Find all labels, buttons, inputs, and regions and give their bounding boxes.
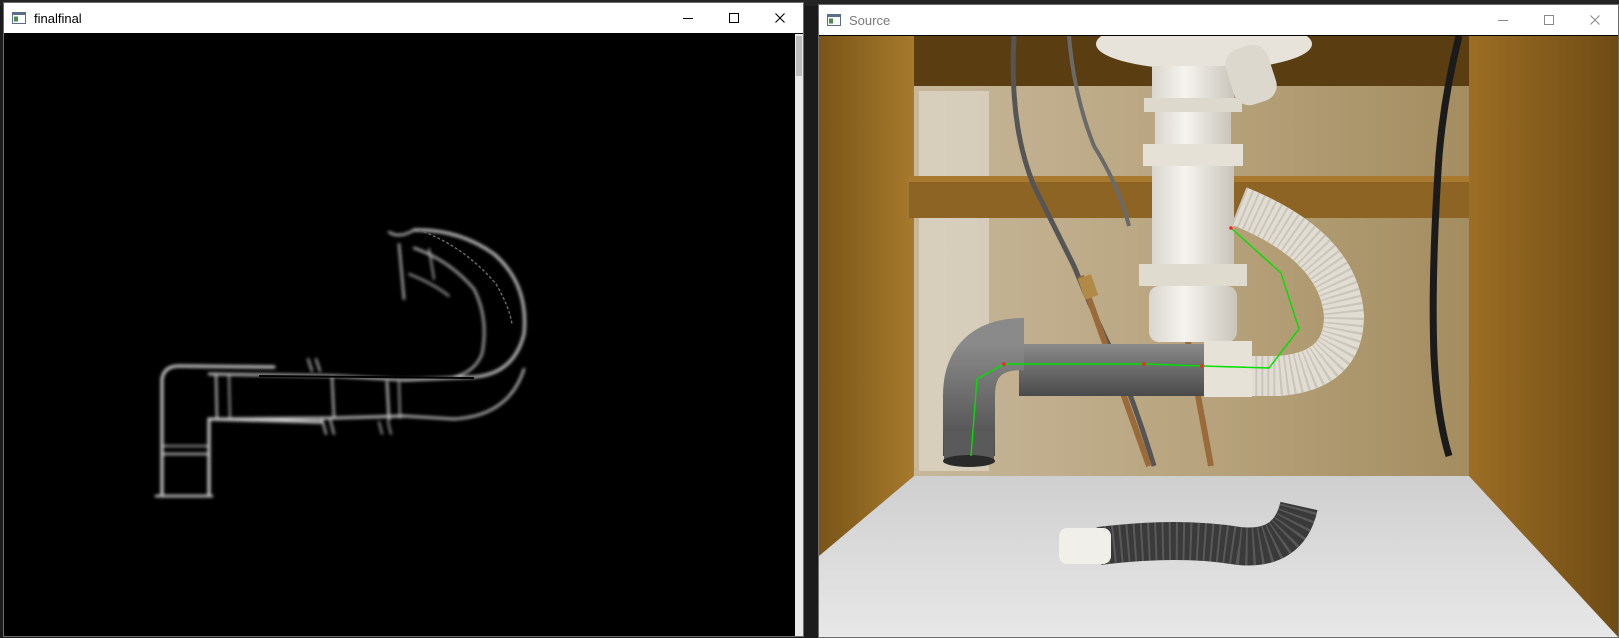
title-bar[interactable]: finalfinal bbox=[4, 3, 803, 33]
window-title: Source bbox=[849, 12, 891, 28]
scrollbar-thumb[interactable] bbox=[796, 36, 802, 76]
app-icon bbox=[827, 14, 841, 26]
minimize-icon bbox=[1498, 20, 1508, 21]
edge-image-canvas bbox=[4, 34, 803, 636]
minimize-button[interactable] bbox=[665, 3, 711, 33]
minimize-icon bbox=[683, 18, 693, 19]
minimize-button[interactable] bbox=[1480, 5, 1526, 35]
window-title: finalfinal bbox=[34, 10, 82, 26]
window-finalfinal[interactable]: finalfinal bbox=[3, 2, 804, 637]
app-icon bbox=[12, 12, 26, 24]
close-icon bbox=[775, 13, 785, 23]
maximize-button[interactable] bbox=[1526, 5, 1572, 35]
vertical-scrollbar[interactable] bbox=[795, 34, 803, 636]
maximize-icon bbox=[729, 13, 739, 23]
close-icon bbox=[1590, 15, 1600, 25]
source-image-canvas bbox=[819, 36, 1618, 637]
close-button[interactable] bbox=[757, 3, 803, 33]
maximize-icon bbox=[1544, 15, 1554, 25]
close-button[interactable] bbox=[1572, 5, 1618, 35]
window-source[interactable]: Source bbox=[818, 4, 1619, 638]
maximize-button[interactable] bbox=[711, 3, 757, 33]
title-bar[interactable]: Source bbox=[819, 5, 1618, 35]
source-photo bbox=[819, 36, 1618, 637]
edge-image bbox=[4, 34, 803, 636]
